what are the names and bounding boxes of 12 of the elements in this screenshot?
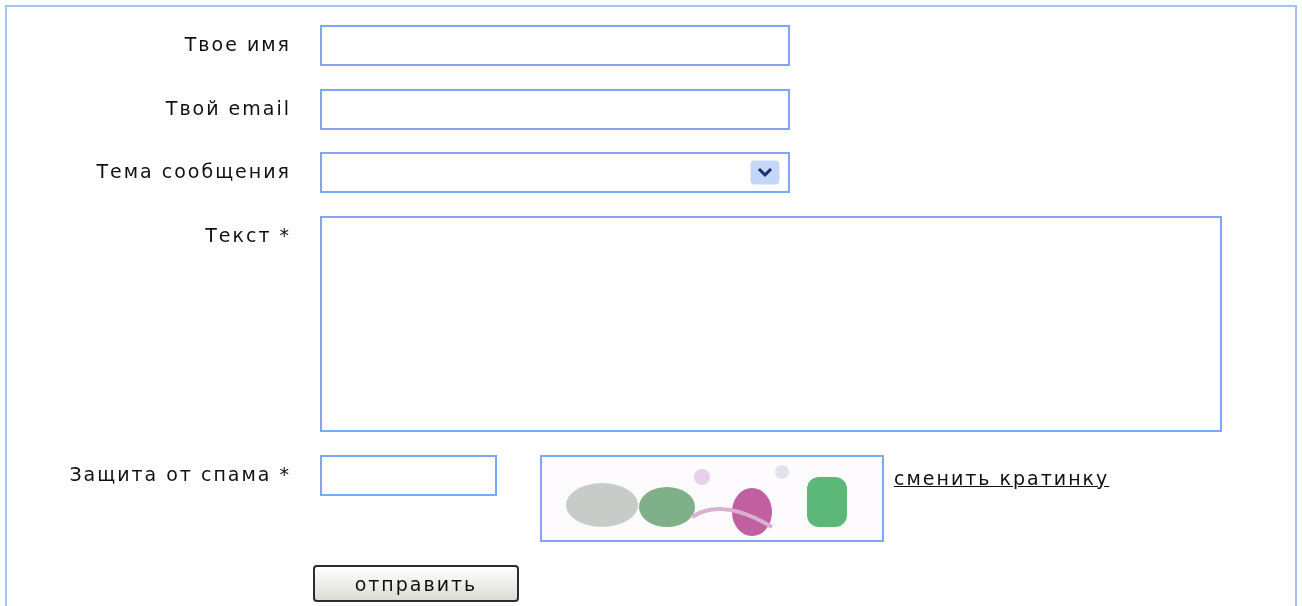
change-captcha-link[interactable]: сменить кратинку	[894, 466, 1110, 489]
field-label: Тема сообщения	[96, 159, 291, 183]
input-field[interactable]	[320, 25, 790, 66]
captcha-input-field[interactable]	[320, 454, 497, 496]
input-field[interactable]	[320, 88, 790, 130]
submit-button[interactable]: отправить	[313, 565, 519, 603]
message-textarea[interactable]	[320, 216, 1222, 432]
field-label: Твой email	[165, 95, 291, 119]
dropdown-field[interactable]	[320, 152, 790, 194]
field-label: Защита от спама *	[69, 461, 291, 485]
field-label: Текст *	[205, 223, 291, 246]
field-label: Твое имя	[184, 32, 291, 55]
